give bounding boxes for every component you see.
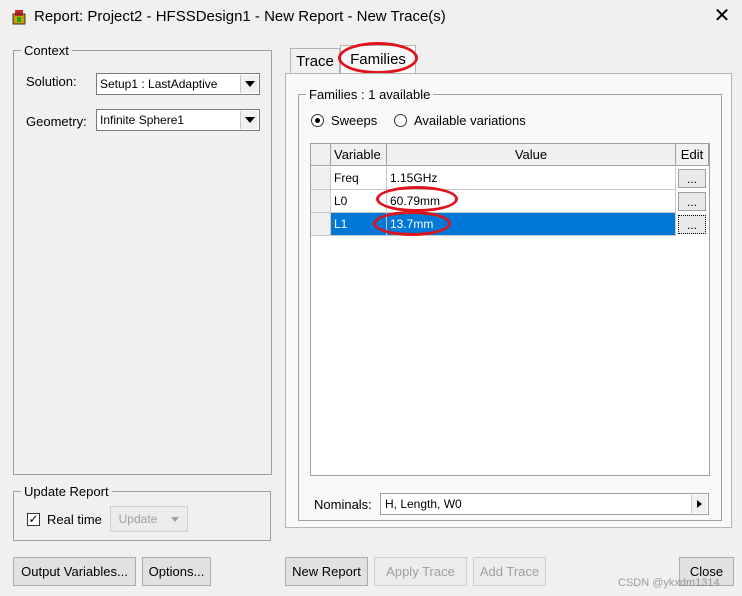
expand-button[interactable]	[691, 495, 707, 513]
radio-available-variations-label: Available variations	[414, 113, 526, 128]
options-button[interactable]: Options...	[142, 557, 211, 586]
geometry-label: Geometry:	[26, 114, 87, 129]
radio-sweeps-label: Sweeps	[331, 113, 378, 128]
table-row[interactable]: L0 60.79mm ...	[311, 190, 709, 213]
geometry-combo[interactable]: Infinite Sphere1	[96, 109, 260, 131]
context-group-label: Context	[21, 43, 72, 58]
solution-combo[interactable]: Setup1 : LastAdaptive	[96, 73, 260, 95]
column-header-variable[interactable]: Variable	[331, 144, 387, 166]
value-cell[interactable]: 1.15GHz	[387, 167, 676, 190]
chevron-down-icon[interactable]	[240, 111, 258, 129]
table-corner-header	[311, 144, 331, 166]
chevron-down-icon	[171, 516, 180, 522]
edit-button[interactable]: ...	[678, 215, 706, 234]
add-trace-button[interactable]: Add Trace	[473, 557, 546, 586]
radio-available-variations[interactable]	[394, 114, 407, 127]
variables-table: Variable Value Edit Freq 1.15GHz ... L0 …	[310, 143, 710, 476]
hfss-app-icon	[10, 8, 28, 26]
value-cell[interactable]: 13.7mm	[387, 213, 676, 236]
row-selector[interactable]	[311, 213, 331, 236]
row-selector[interactable]	[311, 167, 331, 190]
column-header-edit[interactable]: Edit	[676, 144, 709, 166]
variable-cell: L1	[331, 213, 387, 236]
solution-label: Solution:	[26, 74, 77, 89]
edit-button[interactable]: ...	[678, 192, 706, 211]
table-row[interactable]: L1 13.7mm ...	[311, 213, 709, 236]
nominals-value: H, Length, W0	[385, 497, 462, 511]
radio-sweeps[interactable]	[311, 114, 324, 127]
column-header-value[interactable]: Value	[387, 144, 676, 166]
realtime-checkbox[interactable]: ✓	[27, 513, 40, 526]
chevron-down-icon[interactable]	[240, 75, 258, 93]
nominals-field[interactable]: H, Length, W0	[380, 493, 709, 515]
nominals-label: Nominals:	[314, 497, 372, 512]
window-close-icon[interactable]: ✕	[710, 4, 734, 28]
update-report-label: Update Report	[21, 484, 112, 499]
new-report-button[interactable]: New Report	[285, 557, 368, 586]
tab-families[interactable]: Families	[340, 45, 416, 73]
realtime-label: Real time	[47, 512, 102, 527]
table-row[interactable]: Freq 1.15GHz ...	[311, 167, 709, 190]
apply-trace-button[interactable]: Apply Trace	[374, 557, 467, 586]
tab-trace[interactable]: Trace	[290, 48, 340, 74]
families-group-label: Families : 1 available	[306, 87, 434, 102]
value-cell[interactable]: 60.79mm	[387, 190, 676, 213]
watermark-text: CSDN @ykxdm1314	[618, 577, 720, 589]
update-button[interactable]: Update	[110, 506, 188, 532]
update-button-label: Update	[118, 512, 158, 526]
variable-cell: Freq	[331, 167, 387, 190]
chevron-right-icon	[697, 500, 702, 508]
row-selector[interactable]	[311, 190, 331, 213]
edit-button[interactable]: ...	[678, 169, 706, 188]
variable-cell: L0	[331, 190, 387, 213]
solution-combo-value: Setup1 : LastAdaptive	[100, 77, 218, 91]
window-title: Report: Project2 - HFSSDesign1 - New Rep…	[34, 8, 446, 25]
output-variables-button[interactable]: Output Variables...	[13, 557, 136, 586]
geometry-combo-value: Infinite Sphere1	[100, 113, 185, 127]
